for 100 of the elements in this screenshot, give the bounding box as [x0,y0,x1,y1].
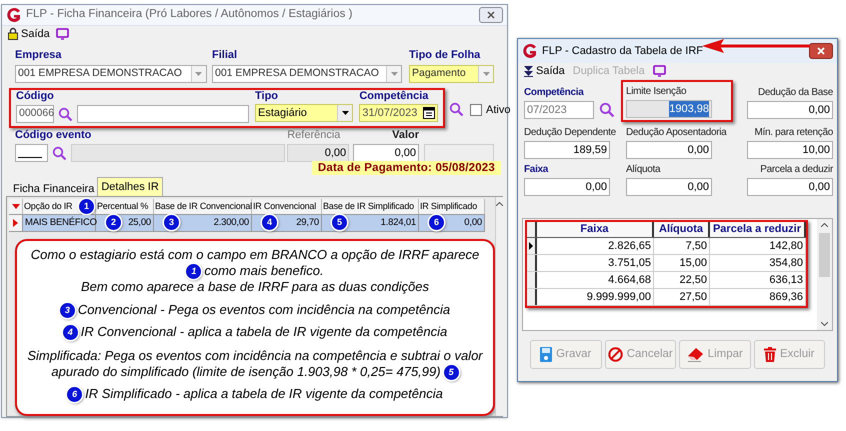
input-field[interactable]: 07/2023 [524,101,594,119]
number-badge: 4 [62,324,78,340]
trash-icon [764,347,776,362]
caret-icon [482,72,490,76]
field-label: Dedução Dependente [524,126,617,139]
field-label: Limite Isenção [626,85,688,98]
scroll-up-icon[interactable] [821,223,828,227]
table-row[interactable]: 2.826,65 7,50 142,80 [527,238,806,255]
toolbar-button[interactable]: Saída [8,26,50,42]
field-label: Tipo de Folha [409,49,482,62]
dropdown[interactable]: Estagiário [255,104,354,122]
input-field[interactable]: 000066 [16,105,54,123]
checkbox-label: Ativo [486,102,510,118]
input-field[interactable]: 0,00 [524,178,610,196]
input-field[interactable]: 0,00 [747,101,833,119]
column-header: Parcela a reduzir [712,222,802,238]
number-badge: 4 [262,215,277,230]
tab[interactable]: Detalhes IR [97,177,163,196]
table-cell: 25,00 [128,216,151,230]
table-row[interactable]: MAIS BENÉFICO 2 25,00 3 2.300,00 4 29,70 5 1.824,01 6 0,00 [9,215,485,232]
row-selector[interactable] [527,289,537,305]
monitor-icon[interactable] [56,28,69,40]
input-field[interactable] [71,144,285,162]
table-cell-text: 2.826,65 [608,238,651,254]
close-button[interactable] [479,6,503,23]
annotation-text: Bem como aparece a base de IRRF para as duas condições [80,278,430,295]
field-value: 10,00 [802,142,830,158]
monitor-icon[interactable] [652,65,666,77]
dropdown[interactable]: 001 EMPRESA DEMONSTRACAO [15,65,207,83]
field-label: Dedução Aposentadoria [626,126,728,139]
table-cell-text: 15,00 [679,256,707,271]
calendar-icon[interactable] [423,107,435,119]
input-field[interactable]: 10,00 [747,141,833,159]
input-field[interactable]: 1903,98 [626,100,712,118]
field-label: Alíquota [626,163,662,176]
field-value: 0,00 [688,180,709,195]
row-selector[interactable] [527,255,537,271]
number-badge: 1 [79,199,94,214]
number-badge: 3 [164,215,179,230]
caret-icon [342,111,349,115]
table-cell-text: 869,36 [769,290,803,305]
field-label: Parcela a deduzir [760,163,833,176]
table-cell-text: 142,80 [769,238,803,254]
input-field[interactable] [77,105,249,123]
input-field[interactable]: 0,00 [626,178,712,196]
field-value: 0,00 [688,142,709,158]
annotation-text: IR Simplificado - aplica a tabela de IR vigente da competência [85,386,443,402]
checkbox[interactable] [470,104,482,116]
column-header: Percentual % [97,200,148,213]
field-label: Competência [524,86,585,99]
table-cell: MAIS BENÉFICO [25,216,97,230]
column-header: Alíquota [659,222,703,238]
toolbar-button[interactable]: Saída [524,62,565,80]
table-row[interactable]: 4.664,68 22,50 636,13 [527,272,806,289]
close-button[interactable] [809,43,833,59]
dropdown[interactable]: 001 EMPRESA DEMONSTRACAO [212,65,402,83]
table-cell: 0,00 [464,216,482,230]
field-value: 07/2023 [527,102,567,118]
input-field[interactable]: 0,00 [747,178,833,196]
table-cell-text: 636,13 [769,272,803,288]
field-value: 0,00 [808,102,830,118]
tab[interactable]: Ficha Financeira [10,181,98,196]
annotation-text: Simplificada: Pega os eventos com incidência na competência e subtrai o valor [27,348,483,364]
field-label: Empresa [15,49,62,62]
annotation-text: IR Convencional - aplica a tabela de IR vigente da competência [80,324,448,340]
table-row[interactable]: 9.999.999,00 27,50 869,36 [527,289,806,306]
table-cell-text: 27,50 [679,290,707,305]
input-field[interactable] [424,144,494,162]
field-label: Dedução da Base [758,86,833,99]
search-icon[interactable] [58,106,73,122]
caret-icon [390,72,398,76]
table-cell: 2.300,00 [214,216,249,230]
search-icon[interactable] [599,102,615,118]
scrollbar[interactable] [495,197,503,416]
column-header: IR Convencional [253,200,316,213]
scrollbar[interactable] [817,219,832,330]
column-header: Base de IR Convencional [155,200,252,213]
prohibited-icon [608,347,623,362]
scroll-down-icon[interactable] [821,322,828,326]
lock-icon [8,27,18,40]
search-icon[interactable] [52,146,67,160]
field-label: Mín. para retenção [754,126,833,139]
input-field[interactable]: 0,00 [353,144,419,162]
date-field[interactable]: 31/07/2023 [359,104,438,122]
eraser-icon [686,347,704,362]
scroll-up-icon[interactable] [496,202,503,206]
input-field[interactable]: 189,59 [524,141,610,159]
row-selector[interactable] [527,272,537,288]
scrollbar-thumb[interactable] [819,232,830,276]
table-row[interactable]: 3.751,05 15,00 354,80 [527,255,806,272]
field-label: Código evento [15,129,92,142]
row-selector[interactable] [527,238,537,254]
input-field[interactable]: 0,00 [626,141,712,159]
sort-arrow-icon [12,204,20,209]
field-value: 189,59 [573,142,607,158]
caret-icon [195,72,202,76]
dropdown[interactable]: Pagamento [409,65,494,83]
input-field[interactable] [15,144,48,162]
search-icon[interactable] [449,102,464,118]
table-cell-text: 4.664,68 [608,272,651,288]
